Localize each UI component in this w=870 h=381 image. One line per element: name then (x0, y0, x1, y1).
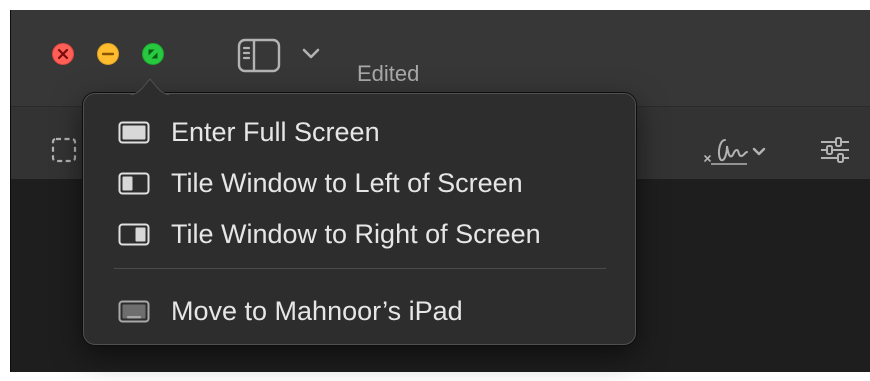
menu-item-label: Enter Full Screen (171, 117, 380, 147)
ipad-icon (118, 300, 150, 323)
dashed-selection-icon (51, 137, 77, 163)
document-status: Edited (357, 61, 420, 86)
minus-icon (101, 52, 115, 56)
menu-item-enter-full-screen[interactable]: Enter Full Screen (84, 109, 635, 155)
sign-tool-button[interactable] (701, 134, 773, 173)
close-icon (57, 48, 69, 60)
sidebar-icon (237, 38, 281, 73)
menu-separator (114, 268, 606, 269)
menu-item-tile-left[interactable]: Tile Window to Left of Screen (84, 160, 635, 206)
adjust-tool-button[interactable] (819, 136, 851, 169)
sidebar-toggle-button[interactable] (237, 38, 327, 74)
selection-tool-button[interactable] (51, 137, 77, 168)
menu-pointer (128, 78, 172, 97)
minimize-button[interactable] (97, 43, 119, 65)
chevron-down-icon (302, 48, 320, 59)
tile-left-icon (118, 172, 150, 195)
full-screen-arrows-icon (148, 49, 158, 59)
full-screen-icon (118, 121, 150, 144)
tile-right-icon (118, 223, 150, 246)
signature-icon (704, 139, 766, 165)
menu-item-move-to-ipad[interactable]: Move to Mahnoor’s iPad (84, 288, 635, 334)
zoom-button[interactable] (142, 43, 164, 65)
menu-item-label: Tile Window to Left of Screen (171, 168, 523, 198)
window-options-menu: Enter Full Screen Tile Window to Left of… (83, 93, 636, 345)
menu-item-label: Tile Window to Right of Screen (171, 219, 541, 249)
menu-item-tile-right[interactable]: Tile Window to Right of Screen (84, 211, 635, 257)
menu-item-label: Move to Mahnoor’s iPad (171, 296, 463, 326)
sliders-icon (821, 137, 849, 163)
close-button[interactable] (52, 43, 74, 65)
